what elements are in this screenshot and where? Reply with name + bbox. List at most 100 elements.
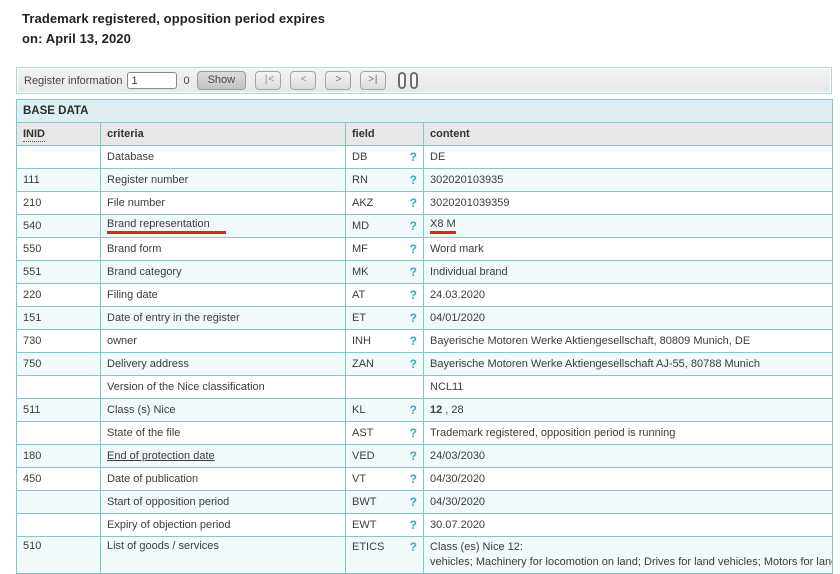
criteria-cell: Version of the Nice classification [101, 376, 346, 399]
criteria-cell: Start of opposition period [101, 491, 346, 514]
content-cell: 24.03.2020 [424, 284, 833, 307]
content-cell: Word mark [424, 238, 833, 261]
help-icon[interactable]: ? [410, 403, 417, 417]
inid-cell: 551 [17, 261, 101, 284]
table-row: 510List of goods / servicesETICS?Class (… [17, 537, 833, 574]
inid-cell: 511 [17, 399, 101, 422]
field-cell: ET? [346, 307, 424, 330]
base-data-section: BASE DATA INID criteria field content Da… [16, 99, 832, 574]
help-icon[interactable]: ? [410, 219, 417, 233]
content-cell: 3020201039359 [424, 192, 833, 215]
content-cell: 04/30/2020 [424, 491, 833, 514]
field-code: VT [352, 473, 366, 485]
content-cell: DE [424, 146, 833, 169]
table-row: 210File numberAKZ?3020201039359 [17, 192, 833, 215]
help-icon[interactable]: ? [410, 311, 417, 325]
column-header-row: INID criteria field content [17, 123, 833, 146]
content-cell: NCL11 [424, 376, 833, 399]
help-icon[interactable]: ? [410, 242, 417, 256]
table-row: 450Date of publicationVT?04/30/2020 [17, 468, 833, 491]
show-button[interactable]: Show [197, 71, 247, 90]
inid-cell: 550 [17, 238, 101, 261]
last-page-icon[interactable]: >| [360, 71, 386, 90]
content-cell: 12 , 28 [424, 399, 833, 422]
red-marked-criteria: Brand representation [107, 218, 226, 234]
help-icon[interactable]: ? [410, 196, 417, 210]
page-number-input[interactable] [127, 72, 177, 89]
criteria-cell: End of protection date [101, 445, 346, 468]
criteria-cell: owner [101, 330, 346, 353]
first-page-icon[interactable]: |< [255, 71, 281, 90]
field-cell: AT? [346, 284, 424, 307]
inid-cell [17, 376, 101, 399]
criteria-cell: Brand category [101, 261, 346, 284]
help-icon[interactable]: ? [410, 540, 417, 554]
help-icon[interactable]: ? [410, 472, 417, 486]
inid-cell: 210 [17, 192, 101, 215]
help-icon[interactable]: ? [410, 449, 417, 463]
vertical-bar-icon[interactable] [398, 72, 406, 89]
field-cell: MK? [346, 261, 424, 284]
field-cell: ETICS? [346, 537, 424, 574]
field-cell: INH? [346, 330, 424, 353]
table-row: 111Register numberRN?302020103935 [17, 169, 833, 192]
content-cell: 30.07.2020 [424, 514, 833, 537]
content-cell: 04/30/2020 [424, 468, 833, 491]
inid-cell: 220 [17, 284, 101, 307]
help-icon[interactable]: ? [410, 495, 417, 509]
inid-cell: 750 [17, 353, 101, 376]
criteria-link[interactable]: End of protection date [107, 450, 215, 462]
help-icon[interactable]: ? [410, 357, 417, 371]
criteria-cell: Brand form [101, 238, 346, 261]
content-cell: Bayerische Motoren Werke Aktiengesellsch… [424, 353, 833, 376]
help-icon[interactable]: ? [410, 334, 417, 348]
help-icon[interactable]: ? [410, 173, 417, 187]
red-marked-content: X8 M [430, 218, 456, 234]
field-code: ET [352, 312, 366, 324]
help-icon[interactable]: ? [410, 150, 417, 164]
content-line: Class (es) Nice 12: [430, 540, 826, 555]
inid-cell [17, 491, 101, 514]
field-cell: DB? [346, 146, 424, 169]
inid-cell: 540 [17, 215, 101, 238]
content-cell: Bayerische Motoren Werke Aktiengesellsch… [424, 330, 833, 353]
table-row: 180End of protection dateVED?24/03/2030 [17, 445, 833, 468]
criteria-cell: Date of entry in the register [101, 307, 346, 330]
table-row: 551Brand categoryMK?Individual brand [17, 261, 833, 284]
table-row: 220Filing dateAT?24.03.2020 [17, 284, 833, 307]
table-row: Expiry of objection periodEWT?30.07.2020 [17, 514, 833, 537]
criteria-cell: Expiry of objection period [101, 514, 346, 537]
vertical-bar-icon[interactable] [410, 72, 418, 89]
field-code: ZAN [352, 358, 374, 370]
content-cell: 24/03/2030 [424, 445, 833, 468]
help-icon[interactable]: ? [410, 288, 417, 302]
content-cell: Trademark registered, opposition period … [424, 422, 833, 445]
help-icon[interactable]: ? [410, 426, 417, 440]
field-code: VED [352, 450, 375, 462]
field-cell: ZAN? [346, 353, 424, 376]
previous-page-icon[interactable]: < [290, 71, 316, 90]
field-code: DB [352, 151, 367, 163]
field-cell: EWT? [346, 514, 424, 537]
inid-cell: 111 [17, 169, 101, 192]
field-cell: AST? [346, 422, 424, 445]
help-icon[interactable]: ? [410, 265, 417, 279]
content-cell: 302020103935 [424, 169, 833, 192]
section-header-row: BASE DATA [17, 100, 833, 123]
inid-cell: 151 [17, 307, 101, 330]
field-cell: RN? [346, 169, 424, 192]
field-cell: KL? [346, 399, 424, 422]
table-row: 511Class (s) NiceKL?12 , 28 [17, 399, 833, 422]
criteria-cell: Filing date [101, 284, 346, 307]
criteria-cell: File number [101, 192, 346, 215]
field-code: MK [352, 266, 369, 278]
pager-group: |< < > >| [246, 71, 386, 90]
field-cell: AKZ? [346, 192, 424, 215]
field-code: EWT [352, 519, 376, 531]
help-icon[interactable]: ? [410, 518, 417, 532]
next-page-icon[interactable]: > [325, 71, 351, 90]
content-cell: X8 M [424, 215, 833, 238]
criteria-cell: Database [101, 146, 346, 169]
field-cell: VT? [346, 468, 424, 491]
criteria-cell: Register number [101, 169, 346, 192]
